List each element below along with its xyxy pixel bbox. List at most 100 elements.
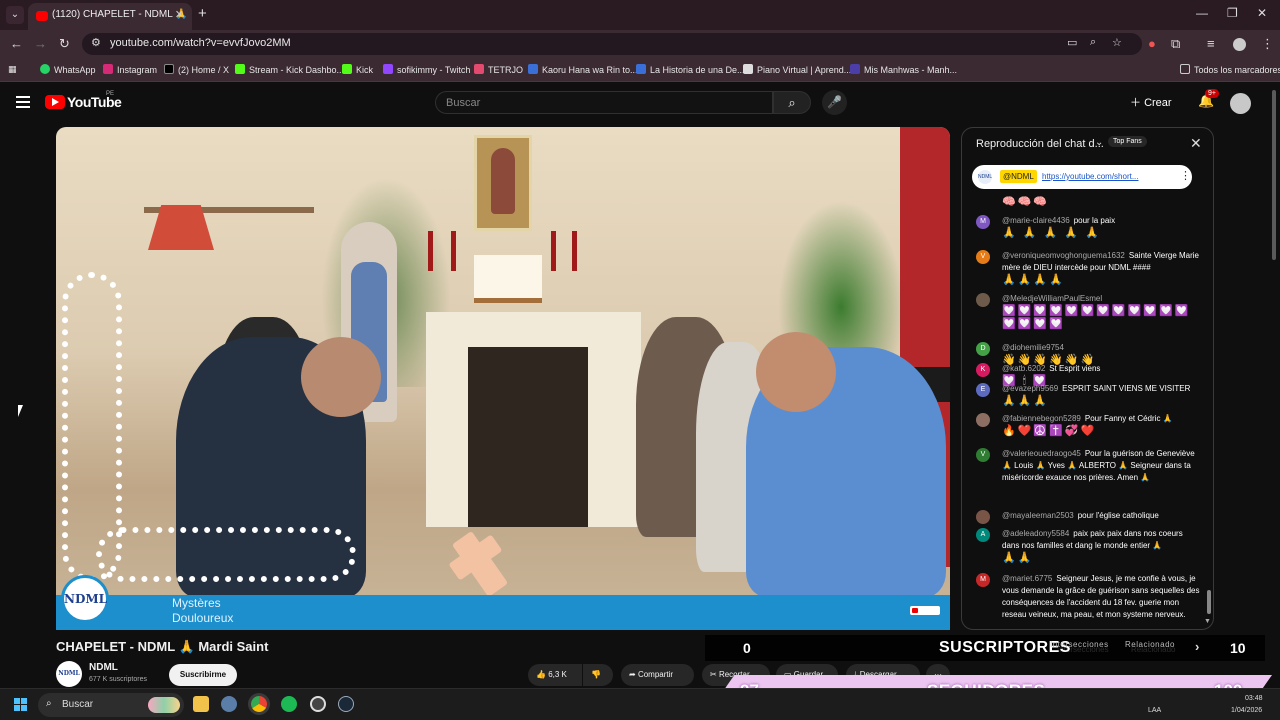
chat-author-avatar[interactable]	[976, 293, 990, 307]
page-scrollbar[interactable]	[1272, 90, 1276, 260]
chat-author-name[interactable]: @mariet.6775	[1002, 574, 1052, 583]
settings-icon[interactable]	[221, 696, 237, 712]
chat-author-avatar[interactable]: A	[976, 528, 990, 542]
spotify-icon[interactable]	[281, 696, 297, 712]
bookmark-whatsapp[interactable]: WhatsApp	[40, 64, 96, 75]
apps-grid-icon[interactable]: ▦	[8, 64, 17, 75]
youtube-logo-icon[interactable]	[45, 95, 65, 109]
chat-author-avatar[interactable]: K	[976, 363, 990, 377]
site-icon	[528, 64, 538, 74]
forward-icon[interactable]: →	[34, 36, 47, 51]
reading-list-icon[interactable]: ≡	[1207, 36, 1215, 51]
voice-search-icon[interactable]: 🎤	[822, 90, 847, 115]
extensions-puzzle-icon[interactable]: ⧉	[1171, 36, 1180, 52]
taskbar-search[interactable]: ⌕ Buscar	[38, 693, 184, 717]
minimize-icon[interactable]: —	[1196, 6, 1208, 20]
url-text[interactable]: youtube.com/watch?v=evvfJovo2MM	[110, 37, 291, 49]
account-avatar[interactable]	[1230, 93, 1251, 114]
file-explorer-icon[interactable]	[193, 696, 209, 712]
address-bar[interactable]: ⚙ youtube.com/watch?v=evvfJovo2MM ▭ ⌕ ☆	[82, 33, 1142, 55]
scissors-icon: ✂	[710, 670, 717, 679]
pinned-link[interactable]: https://youtube.com/short...	[1042, 172, 1139, 181]
obs-icon[interactable]	[310, 696, 326, 712]
language-indicator[interactable]: LAA	[1148, 707, 1161, 714]
browser-menu-icon[interactable]: ⋮	[1261, 36, 1274, 52]
chat-scrollbar[interactable]	[1207, 590, 1211, 614]
bookmark-instagram[interactable]: Instagram	[103, 64, 157, 75]
zoom-icon[interactable]: ⌕	[1090, 36, 1096, 49]
new-tab-icon[interactable]: +	[198, 5, 207, 22]
close-chat-icon[interactable]: ✕	[1190, 135, 1202, 152]
restore-icon[interactable]: ❐	[1227, 6, 1238, 20]
chevron-right-icon[interactable]: ›	[1195, 639, 1200, 654]
chat-message: M @marie-claire4436 pour la paix 🙏 🙏 🙏 🙏 🙏	[976, 215, 1201, 240]
chat-author-name[interactable]: @diohemilie9754	[1002, 343, 1064, 352]
channel-avatar[interactable]: NDML	[56, 661, 82, 687]
search-button[interactable]: ⌕	[773, 91, 811, 114]
clock-date[interactable]: 1/04/2026	[1231, 707, 1262, 714]
menu-icon[interactable]	[16, 96, 30, 111]
chat-author-avatar[interactable]: M	[976, 573, 990, 587]
search-input[interactable]: Buscar	[435, 91, 773, 114]
channel-name[interactable]: NDML	[89, 662, 118, 673]
cast-icon[interactable]: ▭	[1067, 36, 1077, 49]
bookmark-kick-dashboard[interactable]: Stream - Kick Dashbo...	[235, 64, 344, 75]
create-button[interactable]: ＋ Crear	[1130, 94, 1172, 110]
chat-message-text: pour l'église catholique	[1077, 511, 1159, 520]
chat-author-avatar[interactable]: M	[976, 215, 990, 229]
active-tab[interactable]: (1120) CHAPELET - NDML 🙏 ✕	[28, 3, 192, 30]
bookmark-kaoru[interactable]: Kaoru Hana wa Rin to...	[528, 64, 638, 75]
chat-author-avatar[interactable]	[976, 413, 990, 427]
chat-messages: 🧠🧠🧠 M @marie-claire4436 pour la paix 🙏 🙏 🙏 …	[962, 188, 1213, 628]
bookmark-twitch[interactable]: sofikimmy - Twitch	[383, 64, 470, 75]
chat-title[interactable]: Reproducción del chat d...	[976, 138, 1104, 150]
chat-author-name[interactable]: @valerieouedraogo45	[1002, 449, 1081, 458]
profile-avatar[interactable]	[1233, 38, 1246, 51]
pinned-message[interactable]: NDML @NDML https://youtube.com/short... …	[972, 165, 1192, 189]
chat-author-name[interactable]: @evazeph9569	[1002, 384, 1058, 393]
tab-search-dropdown[interactable]: ⌄	[6, 6, 24, 24]
notification-badge: 9+	[1205, 89, 1219, 98]
chat-author-name[interactable]: @fabiennebegon5289	[1002, 414, 1081, 423]
chat-author-name[interactable]: @adeleadony5584	[1002, 529, 1069, 538]
chrome-icon[interactable]	[251, 696, 267, 712]
all-bookmarks[interactable]: Todos los marcadores	[1180, 64, 1280, 75]
bookmark-historia[interactable]: La Historia de una De...	[636, 64, 745, 75]
close-tab-icon[interactable]: ✕	[175, 8, 184, 21]
chat-author-name[interactable]: @mayaleeman2503	[1002, 511, 1074, 520]
site-info-icon[interactable]: ⚙	[91, 36, 101, 49]
more-options-icon[interactable]: ⋮	[1180, 169, 1191, 182]
clock-time[interactable]: 03:48	[1245, 695, 1263, 702]
chat-author-avatar[interactable]: V	[976, 448, 990, 462]
top-fans-badge[interactable]: Top Fans	[1108, 136, 1147, 147]
youtube-watermark-icon[interactable]	[910, 606, 940, 615]
like-button[interactable]: 👍 6,3 K	[528, 664, 582, 686]
bookmark-piano[interactable]: Piano Virtual | Aprend...	[743, 64, 851, 75]
share-button[interactable]: ➦ Compartir	[621, 664, 694, 686]
bookmark-manhwas[interactable]: Mis Manhwas - Manh...	[850, 64, 957, 75]
chat-author-avatar[interactable]: E	[976, 383, 990, 397]
window-close-icon[interactable]: ✕	[1257, 6, 1267, 20]
chevron-down-icon[interactable]: ⌄	[1095, 137, 1103, 148]
chat-author-avatar[interactable]: D	[976, 342, 990, 356]
video-player[interactable]: NDML Mystères Douloureux	[56, 127, 950, 630]
bookmark-kick[interactable]: Kick	[342, 64, 373, 75]
chat-author-name[interactable]: @katb.6202	[1002, 364, 1045, 373]
chat-author-name[interactable]: @MeledjeWilliamPaulEsmel	[1002, 294, 1102, 303]
chat-author-avatar[interactable]	[976, 510, 990, 524]
scroll-down-icon[interactable]: ▼	[1204, 618, 1211, 625]
bookmark-tetrjo[interactable]: TETRJO	[474, 64, 523, 75]
bookmark-x[interactable]: (2) Home / X	[164, 64, 229, 75]
chat-author-avatar[interactable]: V	[976, 250, 990, 264]
windows-start-icon[interactable]	[14, 698, 28, 712]
back-icon[interactable]: ←	[10, 36, 23, 51]
chat-author-name[interactable]: @veroniqueomvoghonguema1632	[1002, 251, 1125, 260]
bookmark-star-icon[interactable]: ☆	[1112, 36, 1122, 49]
reload-icon[interactable]: ↻	[59, 36, 70, 52]
steam-icon[interactable]	[338, 696, 354, 712]
subscribe-button[interactable]: Suscribirme	[169, 664, 237, 686]
chat-author-name[interactable]: @marie-claire4436	[1002, 216, 1070, 225]
chat-message: @fabiennebegon5289 Pour Fanny et Cédric 🙏…	[976, 413, 1201, 438]
extension-icon[interactable]: ●	[1148, 36, 1156, 51]
dislike-button[interactable]: 👎	[583, 664, 613, 686]
